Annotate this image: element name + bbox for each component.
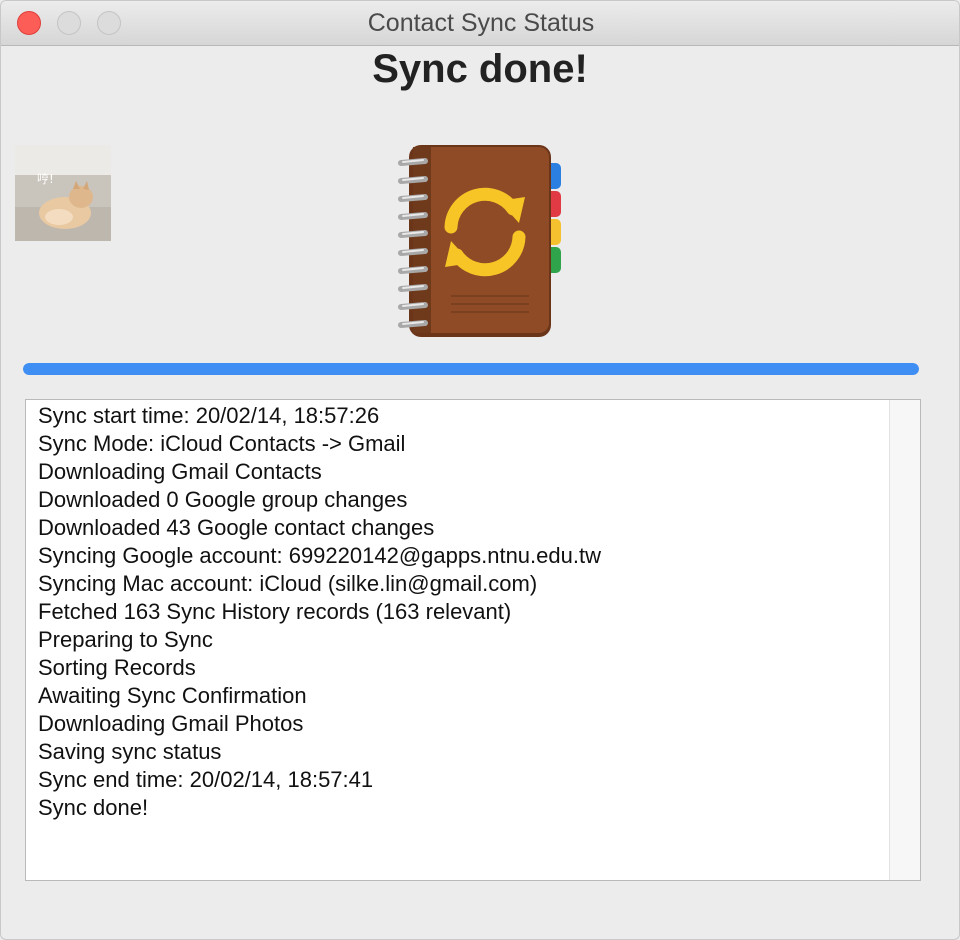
log-line: Downloading Gmail Photos [38,711,304,736]
log-line: Syncing Google account: 699220142@gapps.… [38,543,601,568]
sync-status-window: Contact Sync Status Sync done! 哼! Sync s… [0,0,960,940]
sync-log-textview[interactable]: Sync start time: 20/02/14, 18:57:26 Sync … [25,399,921,881]
log-line: Preparing to Sync [38,627,213,652]
sync-log-lines: Sync start time: 20/02/14, 18:57:26 Sync … [38,402,880,822]
log-line: Awaiting Sync Confirmation [38,683,307,708]
title-bar[interactable]: Contact Sync Status [1,1,959,46]
sync-progress-bar [23,363,919,375]
sync-progress-fill [23,363,919,375]
log-line: Sorting Records [38,655,196,680]
avatar: 哼! [15,145,111,241]
status-heading: Sync done! [372,47,588,91]
address-book-sync-icon [395,141,567,341]
log-line: Downloaded 0 Google group changes [38,487,408,512]
log-line: Sync done! [38,795,149,820]
log-line: Syncing Mac account: iCloud (silke.lin@g… [38,571,538,596]
log-line: Sync start time: 20/02/14, 18:57:26 [38,403,380,428]
avatar-caption: 哼! [37,171,54,186]
log-scrollbar[interactable] [889,400,920,880]
log-line: Sync end time: 20/02/14, 18:57:41 [38,767,374,792]
log-line: Downloaded 43 Google contact changes [38,515,435,540]
log-line: Saving sync status [38,739,222,764]
log-line: Downloading Gmail Contacts [38,459,322,484]
log-line: Fetched 163 Sync History records (163 re… [38,599,512,624]
log-line: Sync Mode: iCloud Contacts -> Gmail [38,431,406,456]
window-title: Contact Sync Status [367,9,595,37]
